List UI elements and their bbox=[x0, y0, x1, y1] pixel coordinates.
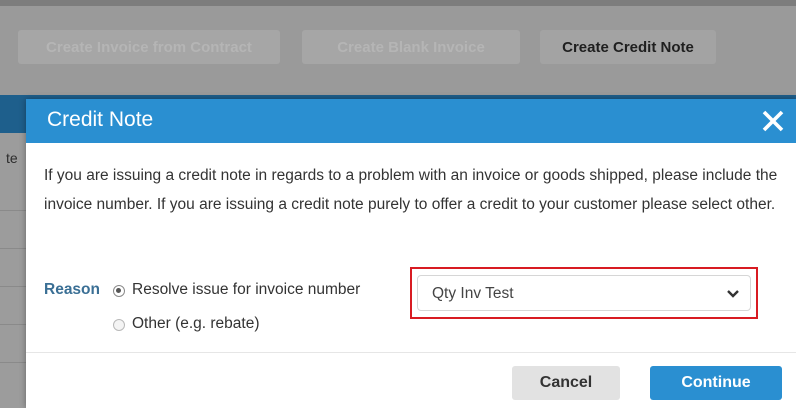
close-icon bbox=[762, 110, 784, 132]
close-button[interactable] bbox=[758, 105, 788, 137]
invoice-select-value: Qty Inv Test bbox=[432, 285, 514, 302]
credit-note-dialog: Credit Note If you are issuing a credit … bbox=[26, 99, 796, 408]
background-side-text: te bbox=[6, 150, 18, 166]
background-top-bar bbox=[0, 0, 796, 6]
cancel-button[interactable]: Cancel bbox=[512, 366, 620, 400]
continue-button[interactable]: Continue bbox=[650, 366, 782, 400]
background-divider bbox=[0, 324, 28, 325]
background-divider bbox=[0, 210, 28, 211]
create-credit-note-button[interactable]: Create Credit Note bbox=[540, 30, 716, 64]
background-side-panel bbox=[0, 133, 28, 408]
chevron-down-icon bbox=[727, 290, 739, 298]
dialog-header: Credit Note bbox=[26, 99, 796, 143]
create-blank-invoice-button[interactable]: Create Blank Invoice bbox=[302, 30, 520, 64]
invoice-number-select[interactable]: Qty Inv Test bbox=[417, 275, 751, 311]
other-rebate-radio-label[interactable]: Other (e.g. rebate) bbox=[132, 315, 260, 333]
reason-label: Reason bbox=[44, 281, 100, 298]
footer-divider bbox=[26, 352, 796, 353]
background-divider bbox=[0, 362, 28, 363]
background-divider bbox=[0, 286, 28, 287]
resolve-invoice-radio[interactable] bbox=[113, 285, 125, 297]
other-rebate-radio[interactable] bbox=[113, 319, 125, 331]
create-invoice-from-contract-button[interactable]: Create Invoice from Contract bbox=[18, 30, 280, 64]
dialog-description: If you are issuing a credit note in rega… bbox=[44, 167, 778, 213]
resolve-invoice-radio-label[interactable]: Resolve issue for invoice number bbox=[132, 281, 360, 299]
dialog-title: Credit Note bbox=[47, 108, 154, 131]
background-divider bbox=[0, 248, 28, 249]
